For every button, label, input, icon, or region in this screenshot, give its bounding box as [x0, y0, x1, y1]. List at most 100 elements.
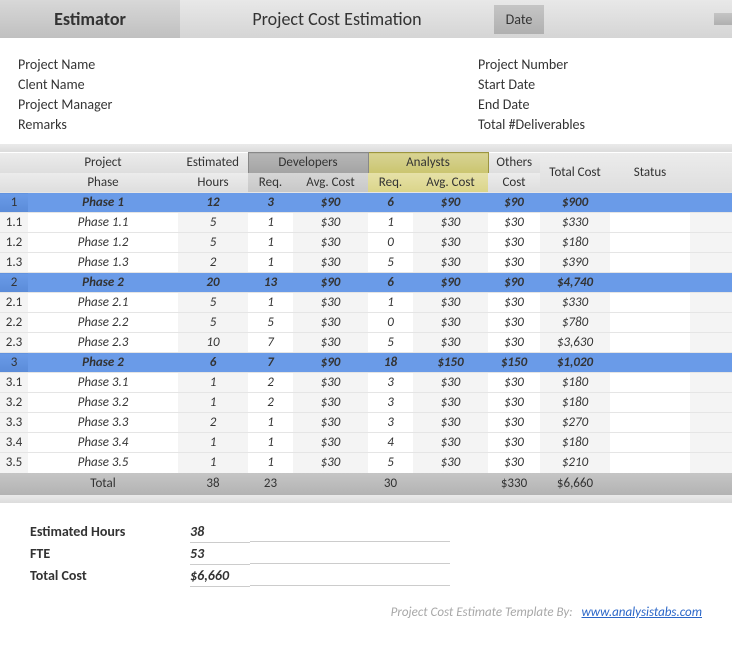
cell-areq[interactable]: 3	[368, 373, 413, 393]
cell-dreq[interactable]: 1	[248, 233, 293, 253]
meta-input-project-number[interactable]	[608, 56, 714, 74]
cell-status[interactable]	[610, 273, 690, 293]
table-row[interactable]: 2.3Phase 2.3107$305$30$30$3,630	[0, 333, 732, 353]
cell-dreq[interactable]: 5	[248, 313, 293, 333]
cell-idx[interactable]: 3.5	[0, 453, 28, 473]
cell-davg[interactable]: $30	[293, 313, 368, 333]
cell-phase[interactable]: Phase 3.5	[28, 453, 178, 473]
cell-total[interactable]: $330	[540, 293, 610, 313]
cell-phase[interactable]: Phase 1	[28, 193, 178, 213]
cell-dreq[interactable]: 1	[248, 453, 293, 473]
cell-others[interactable]: $90	[488, 273, 540, 293]
cell-others[interactable]: $150	[488, 353, 540, 373]
cell-est[interactable]: 6	[178, 353, 248, 373]
cell-tail[interactable]	[690, 373, 732, 393]
cell-dreq[interactable]: 7	[248, 333, 293, 353]
cell-davg[interactable]: $30	[293, 413, 368, 433]
cell-est[interactable]: 2	[178, 413, 248, 433]
cell-status[interactable]	[610, 293, 690, 313]
cell-areq[interactable]: 5	[368, 253, 413, 273]
cell-est[interactable]: 5	[178, 293, 248, 313]
cell-total[interactable]: $180	[540, 373, 610, 393]
cell-phase[interactable]: Phase 1.2	[28, 233, 178, 253]
cell-status[interactable]	[610, 353, 690, 373]
cell-others[interactable]: $30	[488, 453, 540, 473]
cell-tail[interactable]	[690, 253, 732, 273]
cell-others[interactable]: $30	[488, 213, 540, 233]
cell-status[interactable]	[610, 233, 690, 253]
cell-aavg[interactable]: $150	[413, 353, 488, 373]
cell-tail[interactable]	[690, 413, 732, 433]
cell-davg[interactable]: $30	[293, 393, 368, 413]
meta-input-start-date[interactable]	[608, 76, 714, 94]
table-row[interactable]: 1.3Phase 1.321$305$30$30$390	[0, 253, 732, 273]
meta-input-client-name[interactable]	[198, 76, 478, 94]
table-row[interactable]: 3.4Phase 3.411$304$30$30$180	[0, 433, 732, 453]
cell-phase[interactable]: Phase 3.1	[28, 373, 178, 393]
cell-total[interactable]: $270	[540, 413, 610, 433]
cell-aavg[interactable]: $30	[413, 213, 488, 233]
cell-davg[interactable]: $30	[293, 213, 368, 233]
cell-phase[interactable]: Phase 3.2	[28, 393, 178, 413]
cell-others[interactable]: $30	[488, 293, 540, 313]
cell-status[interactable]	[610, 393, 690, 413]
cell-idx[interactable]: 1.1	[0, 213, 28, 233]
cell-tail[interactable]	[690, 453, 732, 473]
cell-total[interactable]: $780	[540, 313, 610, 333]
cell-davg[interactable]: $30	[293, 333, 368, 353]
table-row[interactable]: 3Phase 267$9018$150$150$1,020	[0, 353, 732, 373]
cell-total[interactable]: $390	[540, 253, 610, 273]
meta-input-total-deliverables[interactable]	[608, 116, 714, 134]
meta-input-project-manager[interactable]	[198, 96, 478, 114]
cell-tail[interactable]	[690, 193, 732, 213]
cell-others[interactable]: $30	[488, 393, 540, 413]
cell-idx[interactable]: 2	[0, 273, 28, 293]
cell-est[interactable]: 10	[178, 333, 248, 353]
cell-phase[interactable]: Phase 2.3	[28, 333, 178, 353]
cell-areq[interactable]: 3	[368, 413, 413, 433]
table-row[interactable]: 1.1Phase 1.151$301$30$30$330	[0, 213, 732, 233]
cell-aavg[interactable]: $30	[413, 293, 488, 313]
table-row[interactable]: 3.3Phase 3.321$303$30$30$270	[0, 413, 732, 433]
cell-status[interactable]	[610, 433, 690, 453]
cell-davg[interactable]: $90	[293, 273, 368, 293]
cell-idx[interactable]: 1	[0, 193, 28, 213]
cell-est[interactable]: 1	[178, 393, 248, 413]
cell-est[interactable]: 20	[178, 273, 248, 293]
cell-est[interactable]: 1	[178, 433, 248, 453]
cell-aavg[interactable]: $30	[413, 233, 488, 253]
cell-status[interactable]	[610, 453, 690, 473]
cell-aavg[interactable]: $30	[413, 433, 488, 453]
cell-total[interactable]: $900	[540, 193, 610, 213]
cell-areq[interactable]: 6	[368, 273, 413, 293]
cell-status[interactable]	[610, 333, 690, 353]
cell-est[interactable]: 5	[178, 233, 248, 253]
cell-total[interactable]: $4,740	[540, 273, 610, 293]
cell-phase[interactable]: Phase 1.1	[28, 213, 178, 233]
table-row[interactable]: 3.5Phase 3.511$305$30$30$210	[0, 453, 732, 473]
cell-tail[interactable]	[690, 293, 732, 313]
table-row[interactable]: 2.2Phase 2.255$300$30$30$780	[0, 313, 732, 333]
cell-est[interactable]: 1	[178, 373, 248, 393]
cell-dreq[interactable]: 3	[248, 193, 293, 213]
cell-aavg[interactable]: $30	[413, 393, 488, 413]
cell-idx[interactable]: 1.2	[0, 233, 28, 253]
cell-aavg[interactable]: $30	[413, 413, 488, 433]
cell-idx[interactable]: 2.2	[0, 313, 28, 333]
cell-davg[interactable]: $30	[293, 433, 368, 453]
cell-phase[interactable]: Phase 3.3	[28, 413, 178, 433]
cell-dreq[interactable]: 1	[248, 253, 293, 273]
cell-est[interactable]: 1	[178, 453, 248, 473]
cell-status[interactable]	[610, 213, 690, 233]
cell-tail[interactable]	[690, 333, 732, 353]
cell-dreq[interactable]: 1	[248, 213, 293, 233]
cell-areq[interactable]: 5	[368, 453, 413, 473]
cell-est[interactable]: 5	[178, 313, 248, 333]
cell-idx[interactable]: 3.1	[0, 373, 28, 393]
meta-input-remarks[interactable]	[198, 116, 478, 134]
cell-est[interactable]: 12	[178, 193, 248, 213]
cell-dreq[interactable]: 7	[248, 353, 293, 373]
cell-phase[interactable]: Phase 2	[28, 273, 178, 293]
cell-areq[interactable]: 5	[368, 333, 413, 353]
table-row[interactable]: 2.1Phase 2.151$301$30$30$330	[0, 293, 732, 313]
